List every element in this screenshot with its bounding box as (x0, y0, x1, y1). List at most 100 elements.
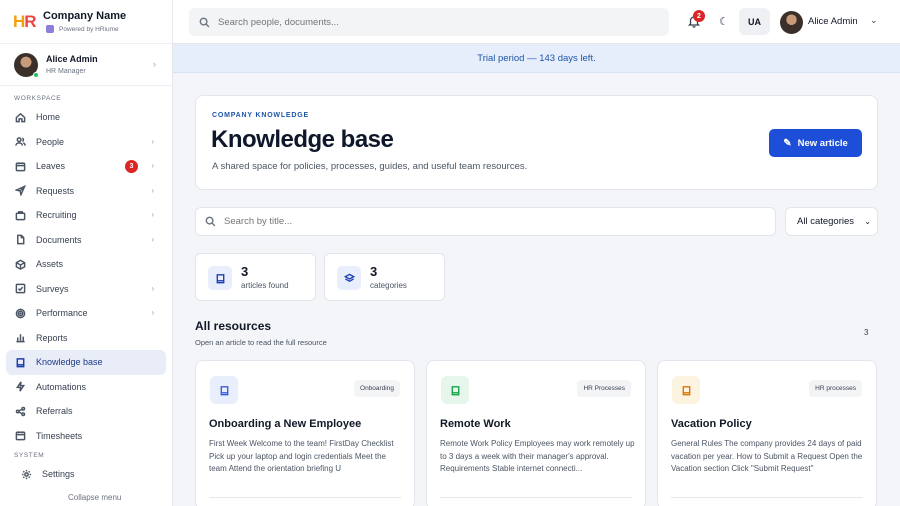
article-card-remote-work[interactable]: HR Processes Remote Work Remote Work Pol… (426, 360, 646, 506)
sidebar-item-people[interactable]: People › (6, 130, 166, 155)
sidebar-item-referrals[interactable]: Referrals (6, 399, 166, 424)
chevron-right-icon: › (151, 234, 154, 244)
chevron-right-icon: › (153, 59, 156, 69)
category-tag: HR processes (809, 380, 862, 397)
sidebar-item-home[interactable]: Home (6, 105, 166, 130)
system-label: SYSTEM (14, 452, 45, 459)
sidebar-item-leaves[interactable]: Leaves 3 › (6, 154, 166, 179)
page-title: Knowledge base (211, 126, 394, 153)
book-icon (672, 376, 700, 404)
language-switch[interactable]: UA (739, 8, 770, 35)
stat-value: 3 (241, 264, 249, 279)
leaves-count-badge: 3 (125, 160, 138, 173)
powered-by: Powered by HRiume (59, 25, 119, 33)
global-search-input[interactable] (218, 16, 618, 28)
knowledge-base-header: COMPANY KNOWLEDGE Knowledge base A share… (195, 95, 878, 190)
chevron-right-icon: › (151, 161, 154, 170)
article-card-vacation-policy[interactable]: HR processes Vacation Policy General Rul… (657, 360, 877, 506)
stat-value: 3 (370, 264, 378, 279)
bolt-icon (14, 381, 26, 393)
eyebrow-label: COMPANY KNOWLEDGE (212, 112, 309, 119)
sidebar-item-requests[interactable]: Requests › (6, 179, 166, 204)
category-tag: HR Processes (577, 380, 631, 397)
send-icon (14, 185, 26, 197)
book-icon (210, 376, 238, 404)
box-icon (14, 258, 26, 270)
top-user-name[interactable]: Alice Admin (808, 16, 858, 27)
stat-label: categories (370, 281, 407, 290)
sidebar-item-knowledge-base[interactable]: Knowledge base (6, 350, 166, 375)
sidebar-item-label: Referrals (36, 406, 73, 417)
sidebar-item-label: Surveys (36, 283, 69, 294)
article-title: Vacation Policy (671, 418, 752, 430)
global-search[interactable] (189, 8, 669, 36)
sidebar-item-label: Leaves (36, 161, 66, 172)
people-icon (14, 136, 26, 148)
stat-label: articles found (241, 281, 289, 290)
card-divider (440, 497, 632, 498)
pencil-icon: ✎ (783, 137, 792, 149)
sidebar-item-settings[interactable]: Settings (6, 462, 166, 487)
sidebar-item-timesheets[interactable]: Timesheets (6, 424, 166, 449)
avatar[interactable] (780, 11, 803, 34)
checkbox-icon (14, 283, 26, 295)
notification-count-badge: 2 (693, 10, 705, 22)
sidebar-item-label: Timesheets (36, 430, 83, 441)
sidebar-item-surveys[interactable]: Surveys › (6, 277, 166, 302)
sidebar-item-reports[interactable]: Reports (6, 326, 166, 351)
layers-icon (337, 266, 361, 290)
document-icon (14, 234, 26, 246)
article-card-onboarding[interactable]: Onboarding Onboarding a New Employee Fir… (195, 360, 415, 506)
book-icon (441, 376, 469, 404)
chevron-right-icon: › (151, 185, 154, 195)
sidebar-item-documents[interactable]: Documents › (6, 228, 166, 253)
stat-articles: 3 articles found (195, 253, 316, 301)
sidebar-item-label: Recruiting (36, 210, 77, 221)
sidebar-item-automations[interactable]: Automations (6, 375, 166, 400)
sidebar-item-assets[interactable]: Assets (6, 252, 166, 277)
gear-icon (20, 468, 32, 480)
resources-count: 3 (864, 328, 869, 337)
user-name: Alice Admin (46, 54, 98, 64)
collapse-menu-button[interactable]: Collapse menu (0, 493, 172, 502)
book-icon (14, 356, 26, 368)
brand-header: HR Company Name Powered by HRiume (0, 0, 172, 44)
sidebar-item-label: Knowledge base (36, 357, 103, 368)
search-icon (205, 216, 216, 227)
bar-chart-icon (14, 332, 26, 344)
chevron-down-icon[interactable]: ⌄ (870, 15, 878, 26)
article-excerpt: First Week Welcome to the team! FirstDay… (209, 439, 394, 473)
article-search-input[interactable] (224, 216, 724, 227)
sidebar-item-recruiting[interactable]: Recruiting › (6, 203, 166, 228)
sidebar-item-label: Requests (36, 185, 75, 196)
stat-categories: 3 categories (324, 253, 445, 301)
new-article-button[interactable]: ✎ New article (769, 129, 862, 157)
sidebar-item-label: Documents (36, 234, 82, 245)
sidebar-item-label: Home (36, 112, 61, 123)
chevron-right-icon: › (151, 210, 154, 219)
page-description: A shared space for policies, processes, … (212, 161, 528, 172)
article-title: Remote Work (440, 418, 511, 430)
user-card[interactable]: Alice Admin HR Manager › (0, 44, 172, 86)
home-icon (14, 111, 26, 123)
sidebar-item-performance[interactable]: Performance › (6, 301, 166, 326)
card-divider (671, 497, 863, 498)
article-search[interactable] (195, 207, 776, 236)
sidebar-item-label: Settings (42, 469, 75, 480)
briefcase-icon (14, 209, 26, 221)
new-article-label: New article (797, 137, 848, 149)
moon-icon[interactable]: ☾ (719, 15, 729, 28)
trial-banner: Trial period — 143 days left. (173, 44, 900, 73)
chevron-right-icon: › (151, 308, 154, 317)
sidebar-item-label: Automations (36, 381, 87, 392)
category-tag: Onboarding (354, 380, 400, 397)
online-status-dot (33, 71, 39, 78)
sidebar-item-label: Reports (36, 332, 68, 343)
target-icon (14, 307, 26, 319)
user-role: HR Manager (46, 68, 86, 75)
book-icon (208, 266, 232, 290)
category-select[interactable]: All categories ⌄ (785, 207, 878, 236)
sidebar-item-label: Assets (36, 259, 64, 270)
powered-icon (46, 25, 54, 33)
article-excerpt: General Rules The company provides 24 da… (671, 439, 863, 473)
